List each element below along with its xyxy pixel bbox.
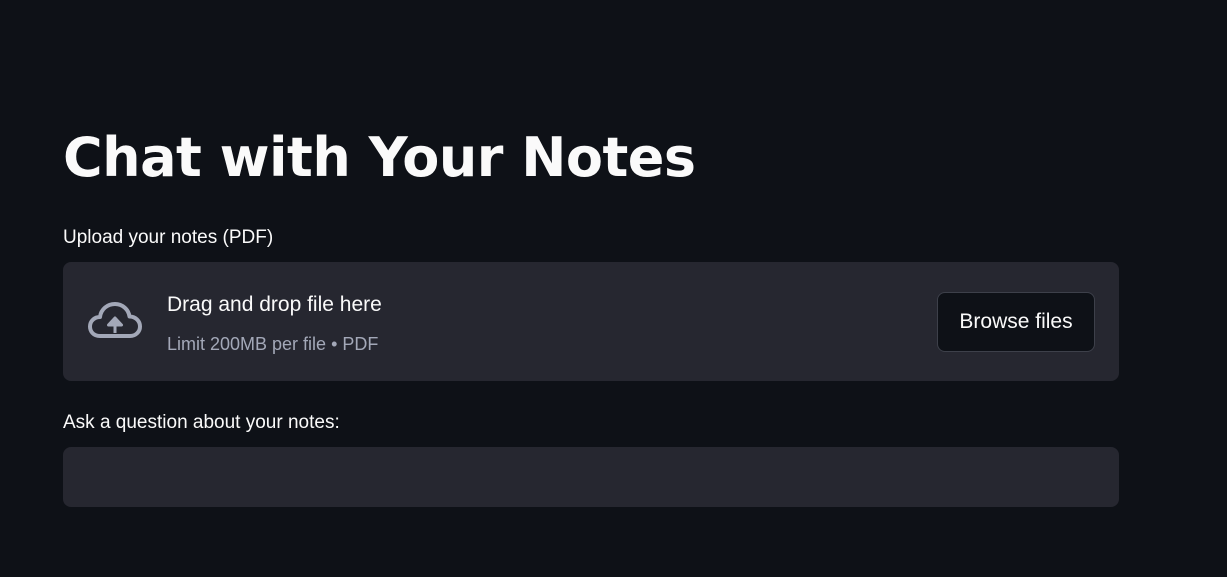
cloud-upload-icon	[87, 300, 143, 342]
file-dropzone[interactable]: Drag and drop file here Limit 200MB per …	[63, 262, 1119, 381]
upload-label: Upload your notes (PDF)	[63, 227, 274, 248]
page-title: Chat with Your Notes	[63, 126, 696, 189]
question-label: Ask a question about your notes:	[63, 412, 340, 433]
dropzone-hint: Limit 200MB per file • PDF	[167, 334, 379, 354]
question-input[interactable]	[63, 447, 1119, 507]
dropzone-title: Drag and drop file here	[167, 293, 382, 316]
browse-files-button[interactable]: Browse files	[937, 292, 1095, 352]
